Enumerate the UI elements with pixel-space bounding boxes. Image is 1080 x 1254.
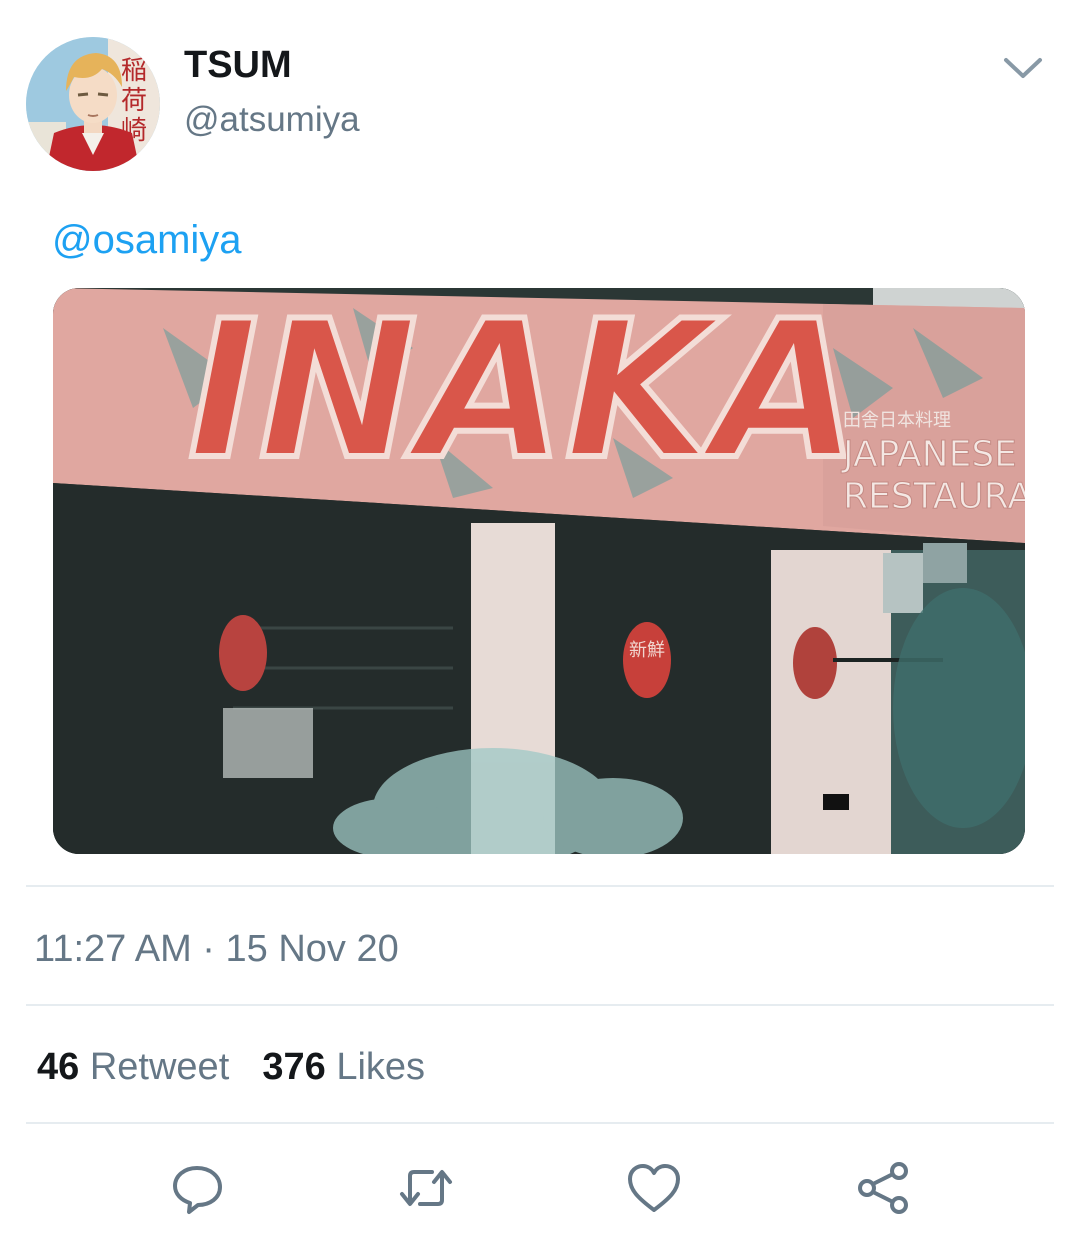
reply-button[interactable] [167,1158,227,1218]
avatar[interactable]: 稲 荷 崎 [26,37,160,171]
display-name[interactable]: TSUM [184,44,292,87]
retweet-label[interactable]: Retweet [90,1046,229,1088]
avatar-icon: 稲 荷 崎 [26,37,160,171]
divider [26,885,1054,887]
sign-line-2: RESTAURANT [843,476,1025,517]
tweet-timestamp[interactable]: 11:27 AM · 15 Nov 20 [34,928,399,971]
sign-kanji: 田舎日本料理 [843,410,951,431]
like-button[interactable] [624,1158,684,1218]
divider [26,1004,1054,1006]
reply-icon [173,1166,222,1214]
svg-text:稲: 稲 [121,56,147,86]
retweet-count[interactable]: 46 [37,1046,79,1088]
restaurant-photo: INAKA 田舎日本料理 JAPANESE RESTAURANT 新鮮 [53,288,1025,854]
divider [26,1122,1054,1124]
share-icon [858,1162,908,1214]
user-handle[interactable]: @atsumiya [184,100,360,140]
tweet-photo[interactable]: INAKA 田舎日本料理 JAPANESE RESTAURANT 新鮮 [53,288,1025,854]
share-button[interactable] [853,1158,913,1218]
mention-link[interactable]: @osamiya [52,218,242,263]
chevron-down-icon[interactable] [1000,50,1046,86]
retweet-icon [400,1170,452,1206]
svg-text:荷: 荷 [121,86,147,116]
like-icon [628,1164,680,1212]
lantern-text: 新鮮 [629,640,665,661]
like-label[interactable]: Likes [336,1046,425,1088]
retweet-button[interactable] [396,1158,456,1218]
like-count[interactable]: 376 [262,1046,325,1088]
sign-line-1: JAPANESE [841,434,1017,475]
tweet-stats: 46 Retweet 376 Likes [37,1046,425,1089]
sign-text: INAKA [188,288,859,501]
